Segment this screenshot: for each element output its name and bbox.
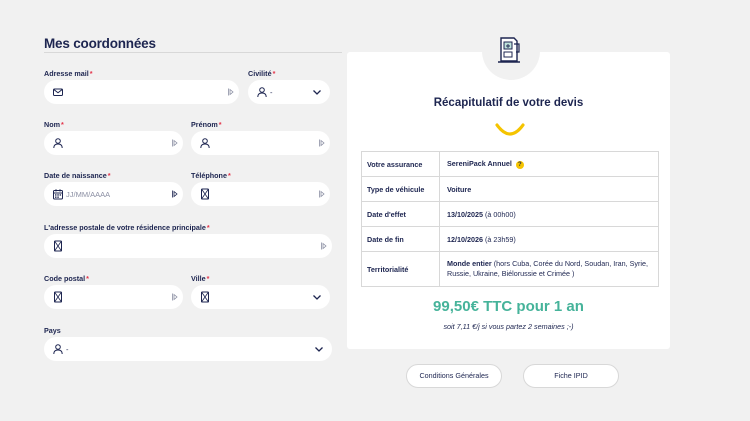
postal-code-field[interactable] xyxy=(44,285,183,309)
pays-label: Pays xyxy=(44,326,61,335)
chevron-down-icon xyxy=(313,295,321,300)
nom-field[interactable] xyxy=(44,131,183,155)
row-value: SereniPack Annuel? xyxy=(439,151,659,177)
tab-arrow-icon xyxy=(321,242,327,250)
tab-arrow-icon xyxy=(172,190,178,198)
adresse-label: L'adresse postale de votre résidence pri… xyxy=(44,223,210,232)
page-title: Mes coordonnées xyxy=(44,36,156,51)
chevron-down-icon xyxy=(313,90,321,95)
city-select[interactable] xyxy=(191,285,330,309)
row-key: Votre assurance xyxy=(361,151,440,177)
prenom-label: Prénom* xyxy=(191,120,222,129)
smile-icon xyxy=(495,123,525,136)
user-icon xyxy=(53,138,63,149)
tab-arrow-icon xyxy=(172,293,178,301)
price-per-day: soit 7,11 €/j si vous partez 2 semaines … xyxy=(443,322,574,331)
email-label: Adresse mail* xyxy=(44,69,93,78)
civilite-select[interactable]: - xyxy=(248,80,330,104)
location-box-icon xyxy=(54,291,62,303)
birthdate-placeholder: JJ/MM/AAAA xyxy=(66,190,111,199)
row-key: Date d'effet xyxy=(361,201,440,227)
title-divider xyxy=(44,52,342,53)
row-value: 12/10/2026 (à 23h59) xyxy=(439,226,659,252)
country-select[interactable]: - xyxy=(44,337,332,361)
row-key: Date de fin xyxy=(361,226,440,252)
row-value: Monde entier (hors Cuba, Corée du Nord, … xyxy=(439,251,659,287)
country-value: - xyxy=(66,345,69,354)
fiche-ipid-button[interactable]: Fiche IPID xyxy=(523,364,619,388)
birthdate-field[interactable]: JJ/MM/AAAA xyxy=(44,182,183,206)
civilite-value: - xyxy=(270,88,273,97)
recap-title: Récapitulatif de votre devis xyxy=(433,97,584,109)
phone-field[interactable] xyxy=(191,182,330,206)
vending-machine-icon xyxy=(498,37,520,63)
row-key: Type de véhicule xyxy=(361,176,440,202)
tab-arrow-icon xyxy=(172,139,178,147)
price-total: 99,50€ TTC pour 1 an xyxy=(433,298,584,315)
ville-label: Ville* xyxy=(191,274,210,283)
tab-arrow-icon xyxy=(319,139,325,147)
tab-arrow-icon xyxy=(319,190,325,198)
email-field[interactable] xyxy=(44,80,239,104)
user-icon xyxy=(200,138,210,149)
chevron-down-icon xyxy=(315,347,323,352)
conditions-generales-button[interactable]: Conditions Générales xyxy=(406,364,502,388)
envelope-icon xyxy=(53,88,63,96)
help-icon[interactable]: ? xyxy=(515,160,524,169)
phone-icon xyxy=(201,188,209,200)
table-row: Date d'effet 13/10/2025 (à 00h00) xyxy=(361,201,659,227)
row-key: Territorialité xyxy=(361,251,440,287)
row-value: Voiture xyxy=(439,176,659,202)
civilite-label: Civilité* xyxy=(248,69,276,78)
tab-arrow-icon xyxy=(228,88,234,96)
table-row: Date de fin 12/10/2026 (à 23h59) xyxy=(361,226,659,252)
address-field[interactable] xyxy=(44,234,332,258)
table-row: Territorialité Monde entier (hors Cuba, … xyxy=(361,251,659,287)
location-box-icon xyxy=(201,291,209,303)
user-icon xyxy=(53,344,63,355)
naissance-label: Date de naissance* xyxy=(44,171,111,180)
recap-table: Votre assurance SereniPack Annuel? Type … xyxy=(361,151,659,287)
code-postal-label: Code postal* xyxy=(44,274,89,283)
location-box-icon xyxy=(54,240,62,252)
prenom-field[interactable] xyxy=(191,131,330,155)
row-value: 13/10/2025 (à 00h00) xyxy=(439,201,659,227)
nom-label: Nom* xyxy=(44,120,64,129)
table-row: Type de véhicule Voiture xyxy=(361,176,659,202)
calendar-icon xyxy=(53,189,63,200)
table-row: Votre assurance SereniPack Annuel? xyxy=(361,151,659,177)
telephone-label: Téléphone* xyxy=(191,171,231,180)
user-icon xyxy=(257,87,267,98)
